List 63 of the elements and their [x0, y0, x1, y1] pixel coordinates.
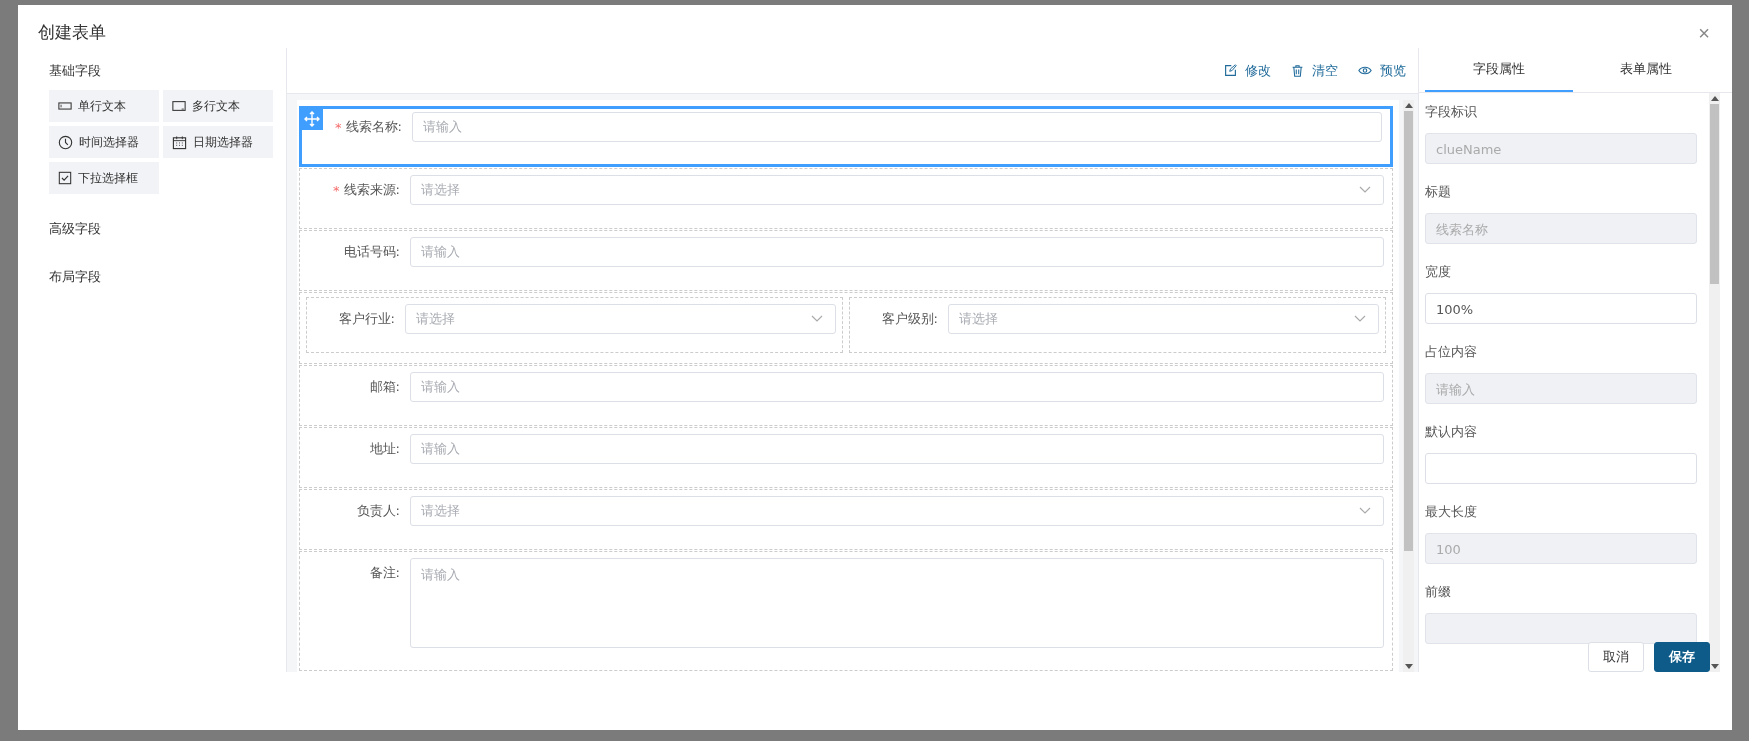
scroll-up-icon[interactable]: [1710, 96, 1719, 101]
field-label: 客户级别:: [880, 310, 939, 328]
field-label: 备注:: [369, 564, 400, 582]
form-item-block[interactable]: 电话号码: 请输入: [299, 230, 1393, 291]
section-heading: 高级字段: [49, 220, 101, 238]
edit-icon: [1224, 64, 1237, 77]
scroll-up-icon[interactable]: [1404, 103, 1413, 108]
properties-tab[interactable]: 表单属性: [1572, 48, 1720, 92]
trash-icon: [1291, 63, 1304, 78]
scroll-down-icon[interactable]: [1404, 664, 1413, 669]
form-item-block[interactable]: * 线索名称: 请输入: [299, 106, 1393, 167]
property-label: 宽度: [1425, 263, 1451, 281]
properties-tab[interactable]: 字段属性: [1425, 48, 1573, 92]
field-label: 客户行业:: [337, 310, 396, 328]
required-mark: *: [333, 183, 340, 197]
section-heading: 基础字段: [49, 62, 101, 80]
field-label: 线索名称:: [345, 118, 402, 136]
section-heading: 布局字段: [49, 268, 101, 286]
dialog-title: 创建表单: [38, 21, 106, 44]
field-type-item[interactable]: 多行文本: [163, 90, 273, 122]
property-label: 最大长度: [1425, 503, 1477, 521]
required-mark: *: [335, 120, 342, 134]
cancel-button[interactable]: 取消: [1588, 642, 1644, 672]
form-item-block[interactable]: * 线索来源: 请选择: [299, 168, 1393, 229]
move-handle-icon[interactable]: [301, 108, 323, 130]
text-area-icon: [172, 99, 186, 113]
field-type-item[interactable]: 日期选择器: [163, 126, 273, 158]
scrollbar[interactable]: [1403, 100, 1414, 672]
field-type-item[interactable]: 时间选择器: [49, 126, 159, 158]
form-item-block[interactable]: 邮箱: 请输入: [299, 365, 1393, 426]
input-box-icon: [58, 99, 72, 113]
property-input[interactable]: [1425, 453, 1697, 484]
calendar-icon: [172, 134, 187, 150]
eye-icon: [1358, 65, 1372, 76]
chevron-down-icon: [1359, 507, 1371, 515]
property-label: 占位内容: [1425, 343, 1477, 361]
field-label: 地址:: [369, 440, 400, 458]
property-label: 标题: [1425, 183, 1451, 201]
chevron-down-icon: [811, 315, 823, 323]
field-type-item[interactable]: 单行文本: [49, 90, 159, 122]
field-label: 负责人:: [356, 502, 400, 520]
property-label: 默认内容: [1425, 423, 1477, 441]
scroll-down-icon[interactable]: [1710, 664, 1719, 669]
save-button[interactable]: 保存: [1654, 642, 1710, 672]
property-input[interactable]: 100%: [1425, 293, 1697, 324]
clock-icon: [58, 134, 73, 150]
property-label: 字段标识: [1425, 103, 1477, 121]
field-label: 邮箱:: [369, 378, 400, 396]
toolbar-button[interactable]: 修改: [1224, 61, 1271, 80]
field-label: 线索来源:: [343, 181, 400, 199]
chevron-down-icon: [1354, 315, 1366, 323]
scrollbar[interactable]: [1709, 93, 1720, 672]
checkbox-icon: [58, 171, 72, 185]
form-item-block[interactable]: 负责人: 请选择: [299, 489, 1393, 550]
form-item-block[interactable]: 备注: 请输入: [299, 551, 1393, 671]
chevron-down-icon: [1359, 186, 1371, 194]
toolbar-button[interactable]: 清空: [1291, 61, 1338, 80]
field-type-item[interactable]: 下拉选择框: [49, 162, 159, 194]
close-button[interactable]: ×: [1694, 22, 1714, 45]
toolbar-button[interactable]: 预览: [1358, 61, 1406, 80]
property-label: 前缀: [1425, 583, 1451, 601]
form-item-block[interactable]: 地址: 请输入: [299, 427, 1393, 488]
field-label: 电话号码:: [343, 243, 400, 261]
